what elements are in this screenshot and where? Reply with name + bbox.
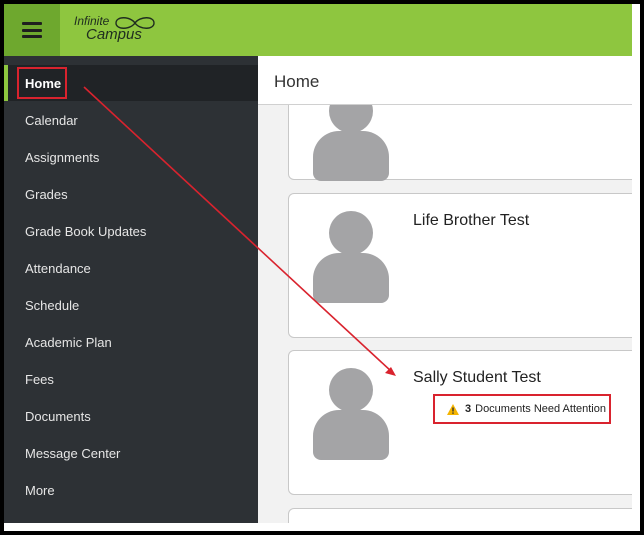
annotation-arrow: [83, 86, 396, 376]
